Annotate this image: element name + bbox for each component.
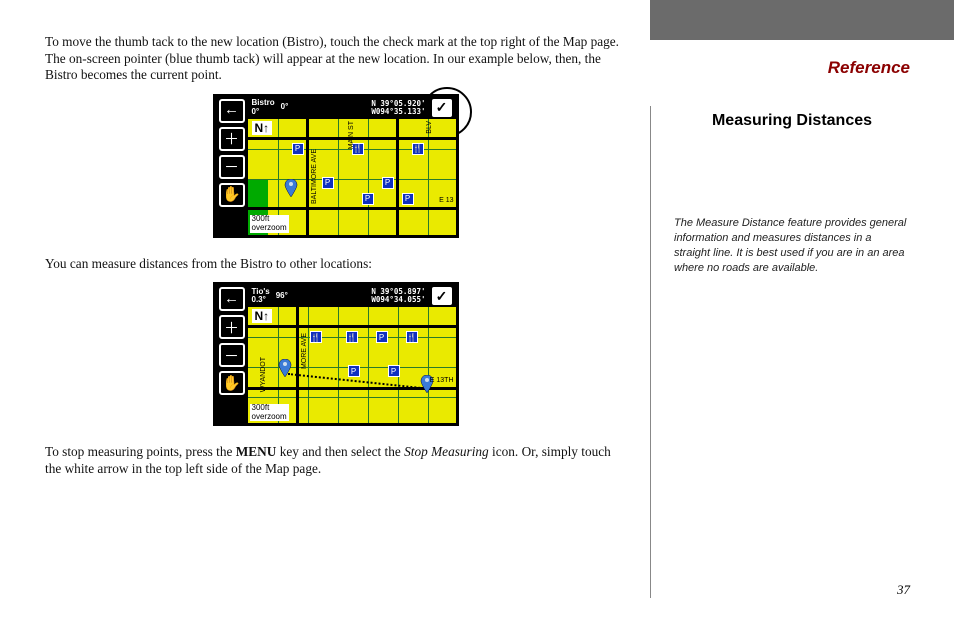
check-icon: ✓ <box>436 99 448 116</box>
coordinates-readout: N 39°05.920' W094°35.133' <box>371 100 425 117</box>
para3-text-a: To stop measuring points, press the <box>45 444 236 459</box>
zoom-in-button[interactable]: ＋ <box>219 315 245 339</box>
main-content-column: To move the thumb tack to the new locati… <box>0 0 650 618</box>
header-band <box>650 0 954 40</box>
poi-icon: P <box>322 177 334 189</box>
poi-icon: P <box>376 331 388 343</box>
north-indicator: N↑ <box>252 309 273 323</box>
zoom-in-icon: ＋ <box>224 128 239 149</box>
poi-icon: P <box>292 143 304 155</box>
back-button[interactable]: ← <box>219 99 245 123</box>
gps-screenshot-1: ← ＋ － ✋ Bistro 0° 0° N 39°05.920' W094°3… <box>213 94 459 238</box>
sidebar-column: Reference Measuring Distances The Measur… <box>650 0 954 618</box>
street-label: WYANDOT <box>260 357 267 392</box>
gps-map-area[interactable]: N↑ 🍴 🍴 P 🍴 P P WYANDOT MORE AVE <box>248 307 456 423</box>
poi-icon: 🍴 <box>346 331 358 343</box>
back-arrow-icon: ← <box>224 291 239 308</box>
figure-1: ← ＋ － ✋ Bistro 0° 0° N 39°05.920' W094°3… <box>45 94 626 238</box>
page-number: 37 <box>897 582 910 598</box>
column-divider <box>650 106 651 598</box>
pan-button[interactable]: ✋ <box>219 371 245 395</box>
location-readout: Bistro 0° <box>252 99 275 117</box>
para3-menu-key: MENU <box>236 444 277 459</box>
paragraph-3: To stop measuring points, press the MENU… <box>45 444 626 477</box>
confirm-check-button[interactable]: ✓ <box>432 99 452 117</box>
location-dist: 0.3° <box>252 296 270 305</box>
para3-text-b: key and then select the <box>276 444 404 459</box>
street-label: BALTIMORE AVE <box>311 149 318 204</box>
paragraph-1: To move the thumb tack to the new locati… <box>45 34 626 84</box>
gps-screenshot-2: ← ＋ － ✋ Tio's 0.3° 96° N 39°05.897' W094… <box>213 282 459 426</box>
location-dist: 0° <box>252 108 275 117</box>
zoom-out-icon: － <box>224 156 239 177</box>
poi-icon: P <box>402 193 414 205</box>
zoom-in-button[interactable]: ＋ <box>219 127 245 151</box>
zoom-out-button[interactable]: － <box>219 343 245 367</box>
page-title: Measuring Distances <box>674 112 910 130</box>
street-label: BLV <box>426 121 433 134</box>
location-readout: Tio's 0.3° <box>252 288 270 306</box>
poi-icon: 🍴 <box>412 143 424 155</box>
note-text: The Measure Distance feature provides ge… <box>674 216 910 275</box>
bearing-readout: 0° <box>281 103 289 112</box>
hand-icon: ✋ <box>222 185 241 204</box>
bearing-readout: 96° <box>276 292 288 301</box>
scale-indicator: 300ft overzoom <box>250 404 289 422</box>
gps-topbar: Bistro 0° 0° N 39°05.920' W094°35.133' ✓ <box>248 97 456 119</box>
figure-2: ← ＋ － ✋ Tio's 0.3° 96° N 39°05.897' W094… <box>45 282 626 426</box>
thumb-tack-start-icon <box>278 359 292 377</box>
gps-topbar: Tio's 0.3° 96° N 39°05.897' W094°34.055'… <box>248 285 456 307</box>
street-label: E 13TH <box>430 377 454 384</box>
scale-overzoom: overzoom <box>252 413 287 422</box>
gps-map-area[interactable]: N↑ P P 🍴 P 🍴 P P BALTIMORE AVE MAIN ST B… <box>248 119 456 235</box>
street-label: MAIN ST <box>348 121 355 149</box>
coordinates-readout: N 39°05.897' W094°34.055' <box>371 288 425 305</box>
thumb-tack-icon <box>284 179 298 197</box>
para3-stop-measuring: Stop Measuring <box>404 444 489 459</box>
pan-button[interactable]: ✋ <box>219 183 245 207</box>
north-indicator: N↑ <box>252 121 273 135</box>
poi-icon: P <box>348 365 360 377</box>
paragraph-2: You can measure distances from the Bistr… <box>45 256 626 273</box>
section-label: Reference <box>828 58 910 78</box>
check-icon: ✓ <box>436 288 448 305</box>
street-label: E 13 <box>439 197 453 204</box>
coord-w: W094°34.055' <box>371 296 425 304</box>
poi-icon: P <box>388 365 400 377</box>
poi-icon: 🍴 <box>310 331 322 343</box>
back-button[interactable]: ← <box>219 287 245 311</box>
scale-overzoom: overzoom <box>252 224 287 233</box>
zoom-in-icon: ＋ <box>224 317 239 338</box>
poi-icon: P <box>382 177 394 189</box>
gps-sidebar: ← ＋ － ✋ <box>216 285 248 423</box>
poi-icon: P <box>362 193 374 205</box>
coord-w: W094°35.133' <box>371 108 425 116</box>
gps-sidebar: ← ＋ － ✋ <box>216 97 248 235</box>
poi-icon: 🍴 <box>406 331 418 343</box>
street-label: MORE AVE <box>301 333 308 369</box>
zoom-out-icon: － <box>224 345 239 366</box>
zoom-out-button[interactable]: － <box>219 155 245 179</box>
hand-icon: ✋ <box>222 374 241 393</box>
scale-indicator: 300ft overzoom <box>250 215 289 233</box>
back-arrow-icon: ← <box>224 102 239 119</box>
confirm-check-button[interactable]: ✓ <box>432 287 452 305</box>
